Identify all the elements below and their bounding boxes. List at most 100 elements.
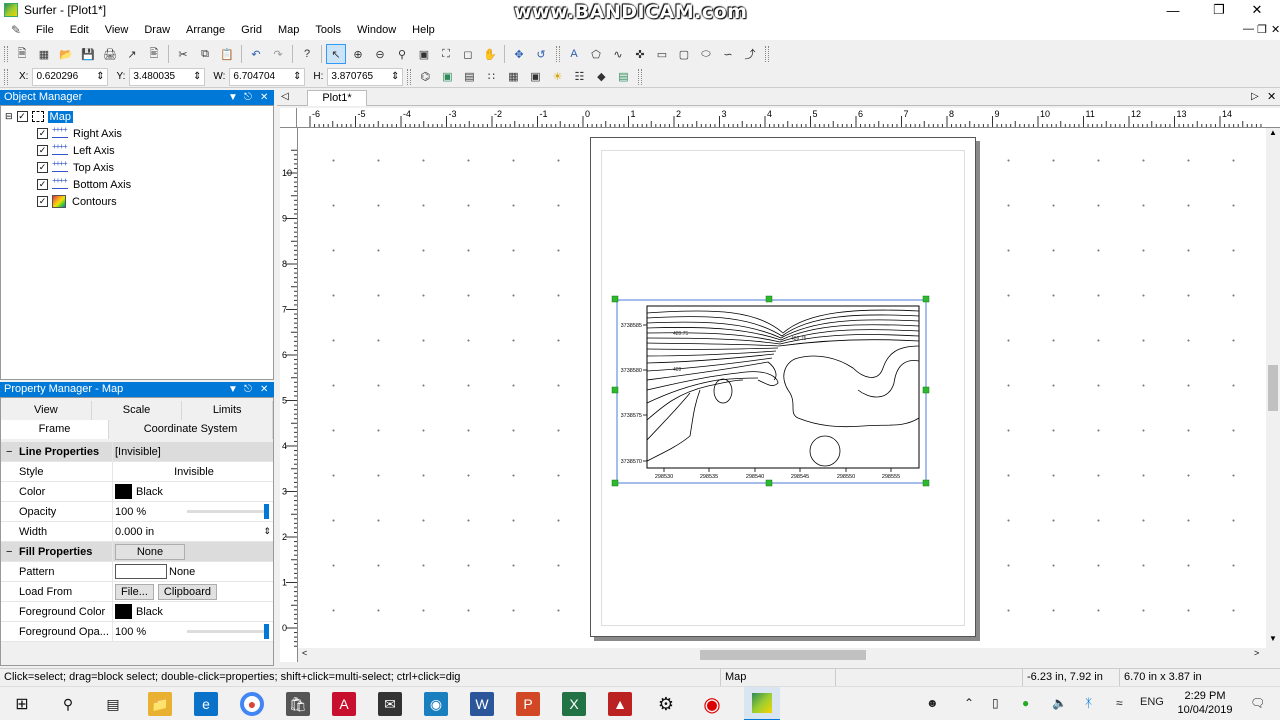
windows-start-icon[interactable]: ⊞: [10, 692, 34, 716]
zoom-in-icon[interactable]: ⊕: [348, 44, 368, 64]
new-watershed-icon[interactable]: ▤: [613, 67, 633, 87]
tree-item-top-axis[interactable]: ✓ Top Axis: [37, 159, 114, 176]
zoom-fit-icon[interactable]: ⛶: [436, 44, 456, 64]
foreground-opacity-value[interactable]: 100 %: [113, 622, 273, 642]
globe-app-icon[interactable]: ◉: [424, 692, 448, 716]
settings-gear-icon[interactable]: ⚙: [654, 692, 678, 716]
scroll-up-icon[interactable]: ▲: [1269, 128, 1277, 137]
pan-hand-icon[interactable]: ✋: [480, 44, 500, 64]
battery-icon[interactable]: ▯: [992, 696, 999, 710]
h-field[interactable]: 3.870765 ⇕: [327, 67, 404, 86]
panel-close-icon[interactable]: ✕: [260, 90, 268, 105]
menu-arrange[interactable]: Arrange: [178, 20, 233, 40]
tab-limits[interactable]: Limits: [182, 401, 274, 420]
pdf-icon[interactable]: 🖹: [144, 44, 164, 64]
scroll-thumb[interactable]: [1268, 365, 1278, 411]
menu-help[interactable]: Help: [404, 20, 443, 40]
pin-icon[interactable]: ⎋: [244, 90, 252, 105]
foreground-color-value[interactable]: Black: [113, 604, 273, 619]
toolbar-grip[interactable]: [4, 46, 8, 62]
zoom-page-icon[interactable]: ▣: [414, 44, 434, 64]
scroll-down-icon[interactable]: ▼: [1269, 634, 1277, 643]
scroll-left-icon[interactable]: ◁: [281, 91, 289, 102]
opacity-value[interactable]: 100 %: [113, 502, 273, 522]
mail-icon[interactable]: ✉: [378, 692, 402, 716]
minimize-icon[interactable]: —: [1150, 0, 1196, 20]
text-icon[interactable]: A: [564, 44, 584, 64]
scroll-thumb[interactable]: [700, 650, 866, 660]
zoom-rect-icon[interactable]: ⚲: [392, 44, 412, 64]
panel-dropdown-icon[interactable]: ▼: [228, 382, 238, 397]
tab-plot1[interactable]: Plot1*: [307, 90, 367, 106]
new-classed-post-icon[interactable]: ∷: [481, 67, 501, 87]
selection-handle[interactable]: [922, 479, 930, 487]
new-shaded-relief-icon[interactable]: ☀: [547, 67, 567, 87]
menu-tools[interactable]: Tools: [307, 20, 349, 40]
surfer-taskbar-icon[interactable]: [744, 687, 780, 720]
toolbar-grip[interactable]: [556, 46, 560, 62]
notifications-icon[interactable]: 🗨: [1250, 696, 1265, 710]
mdi-minimize-icon[interactable]: —: [1243, 23, 1254, 35]
tray-chevron-icon[interactable]: ⌃: [964, 696, 974, 710]
collapse-icon[interactable]: ⊟: [5, 111, 13, 122]
visibility-checkbox[interactable]: ✓: [37, 145, 48, 156]
symbol-icon[interactable]: ✜: [630, 44, 650, 64]
visibility-checkbox[interactable]: ✓: [37, 196, 48, 207]
pin-icon[interactable]: ⎋: [244, 382, 252, 397]
document-close-icon[interactable]: ✕: [1267, 90, 1276, 103]
spin-icon[interactable]: ⇕: [96, 71, 104, 83]
mdi-restore-icon[interactable]: ❐: [1257, 23, 1267, 36]
mdi-close-icon[interactable]: ✕: [1271, 23, 1280, 36]
spin-icon[interactable]: ⇕: [293, 71, 301, 83]
chrome-icon[interactable]: ●: [240, 692, 264, 716]
copy-icon[interactable]: ⧉: [195, 44, 215, 64]
w-field[interactable]: 6.704704 ⇕: [229, 67, 306, 86]
new-color-relief-icon[interactable]: ▣: [437, 67, 457, 87]
network-status-icon[interactable]: ●: [1022, 696, 1029, 710]
menu-map[interactable]: Map: [270, 20, 307, 40]
new-icon[interactable]: 🗎: [12, 44, 32, 64]
selection-handle[interactable]: [922, 386, 930, 394]
selection-handle[interactable]: [765, 295, 773, 303]
edge-icon[interactable]: e: [194, 692, 218, 716]
toolbar-grip[interactable]: [765, 46, 769, 62]
menu-edit[interactable]: Edit: [62, 20, 97, 40]
foreground-color-row[interactable]: Foreground Color Black: [1, 601, 273, 622]
new-post-map-icon[interactable]: ▤: [459, 67, 479, 87]
foreground-opacity-row[interactable]: Foreground Opa... 100 %: [1, 621, 273, 642]
visibility-checkbox[interactable]: ✓: [37, 128, 48, 139]
rectangle-icon[interactable]: ▭: [652, 44, 672, 64]
horizontal-scrollbar[interactable]: < >: [298, 648, 1266, 662]
style-row[interactable]: Style Invisible: [1, 461, 273, 482]
width-row[interactable]: Width 0.000 in ⇕: [1, 521, 273, 542]
help-icon[interactable]: ?: [297, 44, 317, 64]
selection-handle[interactable]: [611, 386, 619, 394]
acrobat-icon[interactable]: A: [332, 692, 356, 716]
tree-item-right-axis[interactable]: ✓ Right Axis: [37, 125, 122, 142]
fill-none-button[interactable]: None: [115, 543, 185, 560]
excel-icon[interactable]: X: [562, 692, 586, 716]
redo-icon[interactable]: ↷: [268, 44, 288, 64]
tab-view[interactable]: View: [1, 401, 92, 420]
spin-icon[interactable]: ⇕: [193, 71, 201, 83]
pdf-app-icon[interactable]: ▲: [608, 692, 632, 716]
close-icon[interactable]: ✕: [1234, 0, 1280, 20]
wifi-icon[interactable]: ≈: [1116, 696, 1123, 710]
selection-handle[interactable]: [611, 295, 619, 303]
opacity-slider[interactable]: [187, 623, 269, 639]
clock[interactable]: 2:29 PM 10/04/2019: [1175, 689, 1235, 717]
file-explorer-icon[interactable]: 📁: [148, 692, 172, 716]
trackball-icon[interactable]: ✥: [509, 44, 529, 64]
scroll-left-icon[interactable]: <: [302, 648, 307, 658]
new-base-map-icon[interactable]: ▦: [503, 67, 523, 87]
line-properties-group[interactable]: Line Properties [Invisible]: [1, 441, 273, 462]
paste-icon[interactable]: 📋: [217, 44, 237, 64]
reshape-icon[interactable]: ⤴: [740, 44, 760, 64]
language-indicator[interactable]: ENG: [1140, 696, 1164, 708]
new-vector-map-icon[interactable]: ☷: [569, 67, 589, 87]
store-icon[interactable]: 🛍: [286, 692, 310, 716]
cut-icon[interactable]: ✂: [173, 44, 193, 64]
spin-icon[interactable]: ⇕: [391, 71, 399, 83]
slider-thumb[interactable]: [264, 623, 269, 639]
export-icon[interactable]: ↗: [122, 44, 142, 64]
